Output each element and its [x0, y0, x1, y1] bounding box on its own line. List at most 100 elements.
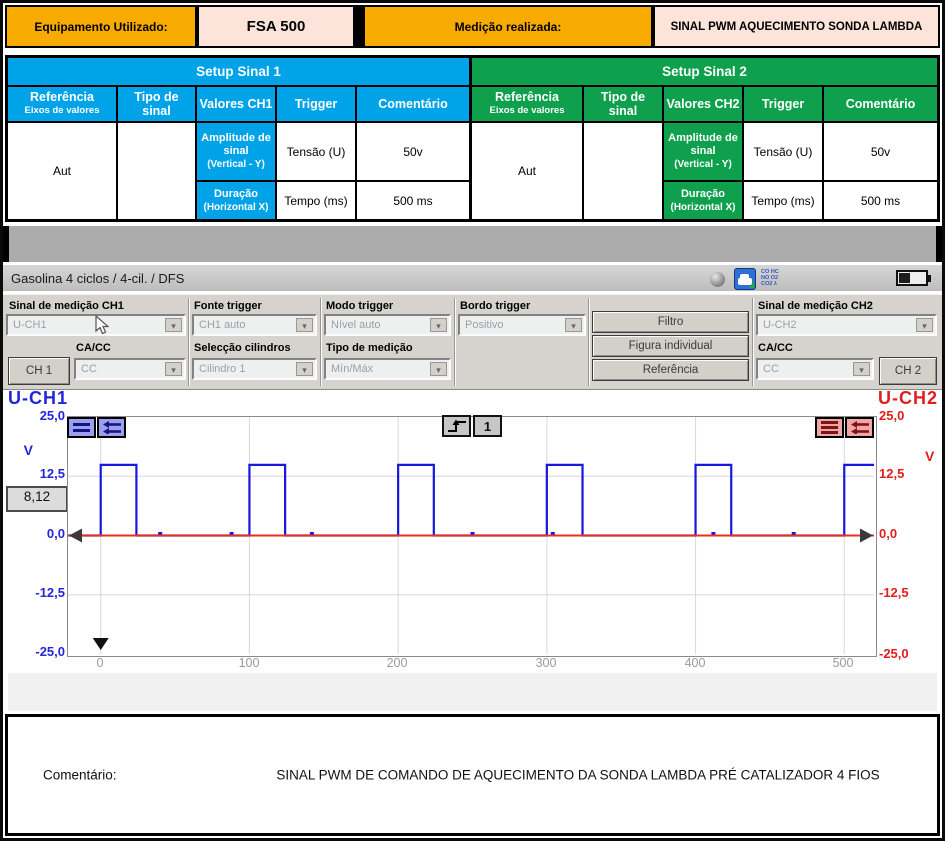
x-tick-100: 100: [224, 656, 274, 670]
setup1-col-referencia: Referência Eixos de valores: [8, 87, 116, 121]
status-led-icon: [710, 272, 725, 287]
ch2-level-icon[interactable]: [815, 417, 844, 438]
ch1-button[interactable]: CH 1: [8, 357, 70, 385]
ch1-shift-left-icon[interactable]: [97, 417, 126, 438]
scope-toolbar: Sinal de medição CH1 U-CH1 CH 1 CA/CC CC…: [3, 294, 942, 390]
trigger-mode-select[interactable]: Nível auto: [324, 314, 451, 336]
trigger-mode-label: Modo trigger: [326, 300, 393, 312]
setup2-col-valores: Valores CH2: [664, 87, 742, 121]
gas-values-icon: CO HC NO O2 CO2 λ: [761, 269, 779, 287]
ch1-axis-title: U-CH1: [8, 388, 68, 409]
y-tick-right-neg12-5: -12,5: [879, 585, 931, 600]
ch2-cacc-label: CA/CC: [758, 342, 793, 354]
cylinder-select-label: Selecção cilindros: [194, 342, 291, 354]
y-tick-right-25: 25,0: [879, 408, 931, 423]
setup2-title: Setup Sinal 2: [472, 58, 937, 85]
setup-signal-2-table: Setup Sinal 2 Referência Eixos de valore…: [469, 55, 940, 222]
ch1-value-readout: 8,12: [6, 486, 68, 512]
setup1-row1-valor: 50v: [357, 123, 469, 180]
scope-title-bar: Gasolina 4 ciclos / 4-cil. / DFS CO HC N…: [3, 265, 942, 293]
setup1-comentario-value: [118, 123, 195, 219]
setup1-row1-ref: Amplitude de sinal (Vertical - Y): [197, 123, 275, 180]
single-shot-button[interactable]: Figura individual: [592, 335, 749, 357]
measurement-type-select[interactable]: Mín/Máx: [324, 358, 451, 380]
setup2-row1-ref: Amplitude de sinal (Vertical - Y): [664, 123, 742, 180]
trigger-edge-label: Bordo trigger: [460, 300, 530, 312]
setup2-row2-tipo: Tempo (ms): [744, 182, 822, 219]
measurement-type-label: Tipo de medição: [326, 342, 413, 354]
setup1-row2-valor: 500 ms: [357, 182, 469, 219]
trigger-source-label: Fonte trigger: [194, 300, 262, 312]
setup1-col-trigger: Trigger: [277, 87, 355, 121]
setup1-row2-tipo: Tempo (ms): [277, 182, 355, 219]
trigger-badge[interactable]: 1: [442, 415, 502, 437]
setup2-row1-tipo: Tensão (U): [744, 123, 822, 180]
cylinder-select[interactable]: Cilindro 1: [192, 358, 317, 380]
vehicle-icon[interactable]: [734, 268, 756, 290]
measurement-label-cell: Medição realizada:: [363, 5, 653, 48]
ch2-button[interactable]: CH 2: [879, 357, 937, 385]
ch1-cacc-label: CA/CC: [76, 342, 111, 354]
scope-footer-strip: [8, 673, 937, 711]
ch2-shift-left-icon[interactable]: [845, 417, 874, 438]
unit-right: V: [925, 448, 945, 464]
y-tick-left-neg25: -25,0: [17, 644, 65, 659]
y-tick-left-25: 25,0: [17, 408, 65, 423]
setup2-col-tipo: Tipo de sinal: [584, 87, 662, 121]
trigger-channel-number: 1: [473, 415, 502, 437]
battery-icon: [896, 270, 928, 286]
y-tick-right-0: 0,0: [879, 526, 931, 541]
setup1-col-valores: Valores CH1: [197, 87, 275, 121]
scope-display: U-CH1 U-CH2 25,0 12,5 0,0 -12,5 -25,0 V …: [3, 390, 942, 673]
x-tick-400: 400: [670, 656, 720, 670]
ch2-position-icons[interactable]: [815, 417, 874, 438]
setup2-row2-valor: 500 ms: [824, 182, 937, 219]
equipment-value-cell: FSA 500: [197, 5, 355, 48]
mouse-cursor: [95, 315, 109, 335]
waveform-canvas: [68, 417, 874, 654]
ch1-signal-label: Sinal de medição CH1: [9, 300, 124, 312]
y-tick-right-12-5: 12,5: [879, 466, 931, 481]
setup2-col-comentario: Comentário: [824, 87, 937, 121]
x-tick-300: 300: [521, 656, 571, 670]
reference-button[interactable]: Referência: [592, 359, 749, 381]
trigger-edge-icon[interactable]: [442, 415, 471, 437]
setup1-title: Setup Sinal 1: [8, 58, 469, 85]
ch1-cacc-select[interactable]: CC: [74, 358, 186, 380]
setup2-col-referencia: Referência Eixos de valores: [472, 87, 582, 121]
y-tick-right-neg25: -25,0: [879, 646, 931, 661]
scope-title-text: Gasolina 4 ciclos / 4-cil. / DFS: [11, 271, 184, 286]
report-page: Equipamento Utilizado: FSA 500 Medição r…: [0, 0, 945, 841]
comment-label: Comentário:: [43, 768, 117, 783]
ch1-position-icons[interactable]: [67, 417, 126, 438]
setup2-trigger-value: Aut: [472, 123, 582, 219]
equipment-label-cell: Equipamento Utilizado:: [5, 5, 197, 48]
ch2-signal-select[interactable]: U-CH2: [756, 314, 937, 336]
filter-button[interactable]: Filtro: [592, 311, 749, 333]
setup1-row2-ref: Duração (Horizontal X): [197, 182, 275, 219]
setup2-row2-ref: Duração (Horizontal X): [664, 182, 742, 219]
x-tick-200: 200: [372, 656, 422, 670]
y-tick-left-12-5: 12,5: [17, 466, 65, 481]
setup2-col-trigger: Trigger: [744, 87, 822, 121]
ch2-axis-title: U-CH2: [848, 388, 938, 409]
trigger-source-select[interactable]: CH1 auto: [192, 314, 317, 336]
ch1-level-icon[interactable]: [67, 417, 96, 438]
setup1-trigger-value: Aut: [8, 123, 116, 219]
waveform-plot-area: [67, 416, 877, 657]
ch2-cacc-select[interactable]: CC: [756, 358, 874, 380]
unit-left: V: [0, 442, 33, 458]
measurement-value-cell: SINAL PWM AQUECIMENTO SONDA LAMBDA: [653, 5, 940, 48]
setup1-col-tipo: Tipo de sinal: [118, 87, 195, 121]
setup-signal-1-table: Setup Sinal 1 Referência Eixos de valore…: [5, 55, 472, 222]
setup1-row1-tipo: Tensão (U): [277, 123, 355, 180]
setup2-comentario-value: [584, 123, 662, 219]
setup2-row1-valor: 50v: [824, 123, 937, 180]
y-tick-left-neg12-5: -12,5: [17, 585, 65, 600]
x-tick-0: 0: [75, 656, 125, 670]
separator-band: [3, 226, 942, 262]
setup1-col-comentario: Comentário: [357, 87, 469, 121]
x-tick-500: 500: [818, 656, 868, 670]
comment-box: Comentário: SINAL PWM DE COMANDO DE AQUE…: [5, 714, 940, 836]
trigger-edge-select[interactable]: Positivo: [458, 314, 586, 336]
